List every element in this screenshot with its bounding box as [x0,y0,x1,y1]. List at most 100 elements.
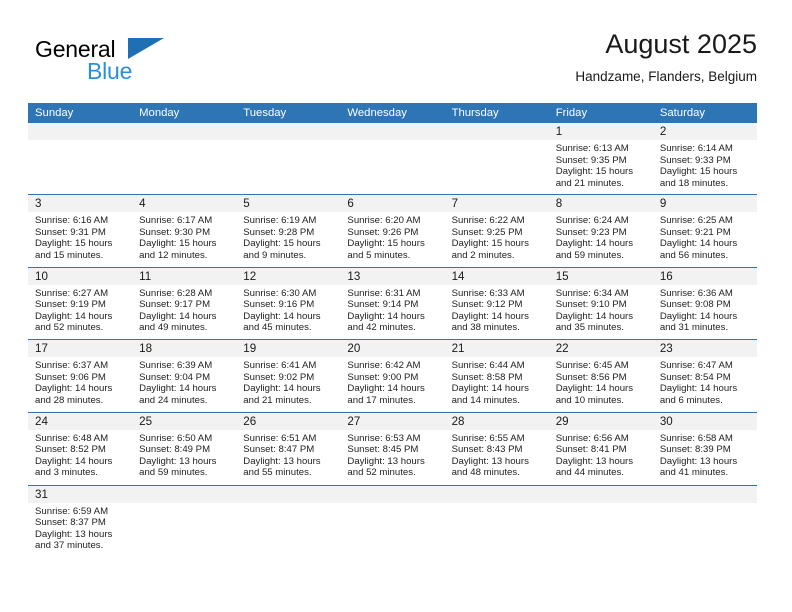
calendar-day-cell[interactable]: 13 Sunrise: 6:31 AM Sunset: 9:14 PM Dayligh… [340,267,445,339]
calendar-day-cell[interactable]: 11 Sunrise: 6:28 AM Sunset: 9:17 PM Dayligh… [132,267,237,339]
sunset-text: Sunset: 8:47 PM [243,444,315,456]
daylight-text: Daylight: 15 hours and 2 minutes. [451,238,529,261]
calendar-day-cell[interactable]: 6 Sunrise: 6:20 AM Sunset: 9:26 PM Daylight… [340,195,445,267]
sunrise-text: Sunrise: 6:33 AM [451,287,525,299]
day-number: 3 [28,195,133,212]
weekday-header-tuesday: Tuesday [243,107,287,119]
calendar-day-cell[interactable]: 10 Sunrise: 6:27 AM Sunset: 9:19 PM Dayligh… [28,267,133,339]
calendar-day-cell[interactable]: 29 Sunrise: 6:56 AM Sunset: 8:41 PM Dayligh… [548,412,653,485]
calendar-day-cell[interactable]: 22 Sunrise: 6:45 AM Sunset: 8:56 PM Dayligh… [548,340,653,412]
calendar-day-cell[interactable]: 19 Sunrise: 6:41 AM Sunset: 9:02 PM Dayligh… [236,340,341,412]
sunrise-text: Sunrise: 6:50 AM [139,432,213,444]
day-details: Sunrise: 6:31 AM Sunset: 9:14 PM Daylight:… [340,285,444,334]
day-details: Sunrise: 6:20 AM Sunset: 9:26 PM Daylight:… [340,212,444,261]
day-details: Sunrise: 6:51 AM Sunset: 8:47 PM Daylight:… [236,430,340,479]
day-details: Sunrise: 6:45 AM Sunset: 8:56 PM Daylight:… [549,357,653,406]
calendar-day-cell-empty [236,123,341,194]
calendar-day-cell[interactable]: 30 Sunrise: 6:58 AM Sunset: 8:39 PM Dayligh… [652,412,757,485]
day-details: Sunrise: 6:25 AM Sunset: 9:21 PM Daylight:… [653,212,757,261]
daylight-text: Daylight: 15 hours and 5 minutes. [347,238,425,261]
day-number: 6 [340,195,445,212]
day-number: 10 [28,267,133,285]
day-number: 28 [444,412,549,430]
day-details: Sunrise: 6:50 AM Sunset: 8:49 PM Daylight:… [132,430,236,479]
sunset-text: Sunset: 9:21 PM [659,226,731,238]
sunrise-text: Sunrise: 6:47 AM [659,360,733,371]
sunrise-text: Sunrise: 6:39 AM [139,360,213,371]
daylight-text: Daylight: 15 hours and 15 minutes. [35,238,113,261]
day-details: Sunrise: 6:14 AM Sunset: 9:33 PM Daylight:… [653,140,757,189]
calendar-day-cell[interactable]: 7 Sunrise: 6:22 AM Sunset: 9:25 PM Daylight… [444,195,549,267]
daylight-text: Daylight: 13 hours and 41 minutes. [659,455,738,479]
sunset-text: Sunset: 9:14 PM [347,299,419,311]
sunset-text: Sunset: 9:25 PM [451,226,523,238]
daylight-text: Daylight: 14 hours and 28 minutes. [35,383,113,406]
daylight-text: Daylight: 14 hours and 56 minutes. [659,238,738,261]
sunset-text: Sunset: 9:16 PM [243,299,315,311]
calendar-day-cell[interactable]: 2 Sunrise: 6:14 AM Sunset: 9:33 PM Daylight… [652,123,757,194]
sunrise-text: Sunrise: 6:58 AM [659,432,733,444]
sunset-text: Sunset: 9:02 PM [243,371,315,383]
day-details: Sunrise: 6:22 AM Sunset: 9:25 PM Daylight:… [445,212,549,261]
daylight-text: Daylight: 15 hours and 18 minutes. [659,166,738,189]
day-number: 18 [132,340,237,357]
daylight-text: Daylight: 14 hours and 35 minutes. [555,310,634,334]
sunset-text: Sunset: 9:00 PM [347,371,419,383]
sunrise-text: Sunrise: 6:16 AM [35,215,109,226]
calendar-day-cell[interactable]: 1 Sunrise: 6:13 AM Sunset: 9:35 PM Daylight… [548,123,653,194]
day-number [548,485,653,503]
calendar-day-cell[interactable]: 21 Sunrise: 6:44 AM Sunset: 8:58 PM Dayligh… [444,340,549,412]
calendar-day-cell-empty [444,123,549,194]
day-number [652,485,757,503]
sunset-text: Sunset: 9:04 PM [139,371,211,383]
day-number: 2 [652,123,757,140]
calendar-day-cell-empty [652,485,757,571]
sunset-text: Sunset: 8:37 PM [35,517,106,529]
calendar-day-cell[interactable]: 25 Sunrise: 6:50 AM Sunset: 8:49 PM Dayligh… [132,412,237,485]
sunset-text: Sunset: 9:19 PM [35,299,106,311]
day-number: 7 [444,195,549,212]
calendar-day-cell[interactable]: 16 Sunrise: 6:36 AM Sunset: 9:08 PM Dayligh… [652,267,757,339]
day-details: Sunrise: 6:34 AM Sunset: 9:10 PM Daylight:… [549,285,653,334]
sunrise-text: Sunrise: 6:22 AM [451,215,525,226]
calendar-day-cell-empty [28,123,133,194]
sunrise-text: Sunrise: 6:25 AM [659,215,733,226]
sunrise-text: Sunrise: 6:28 AM [139,287,213,299]
day-details: Sunrise: 6:47 AM Sunset: 8:54 PM Daylight:… [653,357,757,406]
sunset-text: Sunset: 8:45 PM [347,444,419,456]
calendar-day-cell[interactable]: 17 Sunrise: 6:37 AM Sunset: 9:06 PM Dayligh… [28,340,133,412]
sunrise-text: Sunrise: 6:14 AM [659,143,733,154]
calendar-day-cell[interactable]: 20 Sunrise: 6:42 AM Sunset: 9:00 PM Dayligh… [340,340,445,412]
weekday-header-sunday: Sunday [35,107,74,119]
calendar-day-cell[interactable]: 8 Sunrise: 6:24 AM Sunset: 9:23 PM Daylight… [548,195,653,267]
weekday-header-wednesday: Wednesday [347,107,407,119]
weekday-header-thursday: Thursday [451,107,499,119]
calendar-day-cell[interactable]: 14 Sunrise: 6:33 AM Sunset: 9:12 PM Dayligh… [444,267,549,339]
triangle-icon [128,38,164,59]
day-number: 4 [132,195,237,212]
calendar-day-cell[interactable]: 27 Sunrise: 6:53 AM Sunset: 8:45 PM Dayligh… [340,412,445,485]
day-details: Sunrise: 6:24 AM Sunset: 9:23 PM Daylight:… [549,212,653,261]
daylight-text: Daylight: 14 hours and 59 minutes. [555,238,634,261]
calendar-day-cell[interactable]: 5 Sunrise: 6:19 AM Sunset: 9:28 PM Daylight… [236,195,341,267]
calendar-day-cell[interactable]: 3 Sunrise: 6:16 AM Sunset: 9:31 PM Daylight… [28,195,133,267]
day-details: Sunrise: 6:16 AM Sunset: 9:31 PM Daylight:… [28,212,132,261]
day-number [28,123,133,140]
general-blue-logo[interactable]: General Blue [35,36,235,88]
calendar-day-cell[interactable]: 15 Sunrise: 6:34 AM Sunset: 9:10 PM Dayligh… [548,267,653,339]
sunset-text: Sunset: 8:58 PM [451,371,523,383]
calendar-day-cell[interactable]: 31 Sunrise: 6:59 AM Sunset: 8:37 PM Dayligh… [28,485,133,571]
calendar-day-cell[interactable]: 24 Sunrise: 6:48 AM Sunset: 8:52 PM Dayligh… [28,412,133,485]
daylight-text: Daylight: 14 hours and 52 minutes. [35,310,113,334]
day-number: 14 [444,267,549,285]
weekday-header-monday: Monday [139,107,180,119]
calendar-day-cell[interactable]: 4 Sunrise: 6:17 AM Sunset: 9:30 PM Daylight… [132,195,237,267]
calendar-day-cell[interactable]: 23 Sunrise: 6:47 AM Sunset: 8:54 PM Dayligh… [652,340,757,412]
calendar-day-cell[interactable]: 28 Sunrise: 6:55 AM Sunset: 8:43 PM Dayligh… [444,412,549,485]
calendar-day-cell[interactable]: 26 Sunrise: 6:51 AM Sunset: 8:47 PM Dayligh… [236,412,341,485]
sunrise-text: Sunrise: 6:19 AM [243,215,317,226]
calendar-day-cell[interactable]: 18 Sunrise: 6:39 AM Sunset: 9:04 PM Dayligh… [132,340,237,412]
calendar-day-cell[interactable]: 12 Sunrise: 6:30 AM Sunset: 9:16 PM Dayligh… [236,267,341,339]
weekday-header-friday: Friday [555,107,588,119]
calendar-day-cell[interactable]: 9 Sunrise: 6:25 AM Sunset: 9:21 PM Daylight… [652,195,757,267]
